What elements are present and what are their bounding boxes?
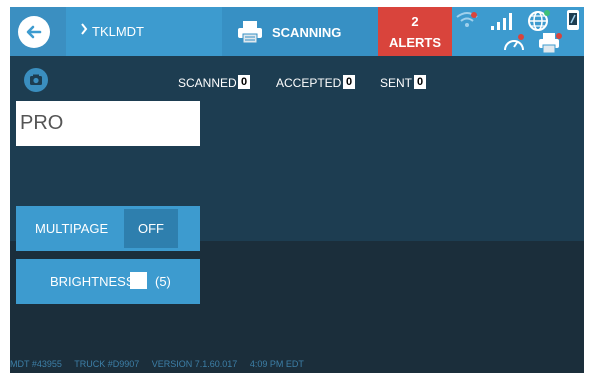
truck-number: TRUCK #D9907	[74, 359, 140, 369]
status-icons	[452, 7, 584, 56]
counter-value: 0	[414, 75, 426, 89]
signal-icon	[491, 13, 512, 30]
phone-icon	[567, 10, 579, 30]
alerts-count: 2	[411, 14, 419, 29]
app-screen: TKLMDT SCANNING 2 ALERTS SCANNED 0 ACCEP…	[10, 7, 584, 373]
counter-value: 0	[343, 75, 355, 89]
breadcrumb[interactable]: TKLMDT	[66, 7, 222, 56]
brightness-button[interactable]: BRIGHTNESS (5)	[16, 259, 200, 304]
counter-label: SCANNED	[178, 76, 237, 90]
counter-label: ACCEPTED	[276, 76, 342, 90]
arrow-left-icon	[26, 25, 42, 39]
scanning-label: SCANNING	[272, 25, 342, 40]
counter-label: SENT	[380, 76, 413, 90]
breadcrumb-label: TKLMDT	[92, 24, 144, 39]
multipage-button[interactable]: MULTIPAGE OFF	[16, 206, 200, 251]
speedometer-icon	[504, 34, 524, 51]
counter-value: 0	[238, 75, 250, 89]
printer-status-icon	[539, 33, 562, 54]
alerts-label: ALERTS	[389, 35, 441, 50]
clock: 4:09 PM EDT	[249, 359, 304, 369]
app-version: VERSION 7.1.60.017	[151, 359, 238, 369]
pro-input-value: PRO	[20, 112, 64, 134]
status-footer: MDT #43955 TRUCK #D9907 VERSION 7.1.60.0…	[10, 359, 584, 369]
brightness-value: (5)	[155, 274, 171, 289]
wifi-icon	[456, 12, 478, 27]
multipage-label: MULTIPAGE	[35, 221, 109, 236]
mdt-number: MDT #43955	[10, 359, 62, 369]
brightness-swatch	[130, 272, 147, 289]
chevron-right-icon	[81, 23, 88, 35]
brightness-label: BRIGHTNESS	[50, 274, 135, 289]
camera-icon	[30, 74, 42, 85]
alerts-button[interactable]: 2 ALERTS	[378, 7, 452, 56]
camera-button[interactable]	[24, 68, 48, 92]
scanning-tab[interactable]: SCANNING	[222, 7, 378, 56]
multipage-toggle[interactable]: OFF	[124, 209, 178, 248]
globe-icon	[528, 10, 550, 31]
pro-input[interactable]: PRO	[16, 101, 200, 146]
back-button[interactable]	[18, 16, 50, 48]
back-cell	[10, 7, 66, 56]
top-bar: TKLMDT SCANNING 2 ALERTS	[10, 7, 584, 56]
printer-icon	[238, 21, 262, 44]
